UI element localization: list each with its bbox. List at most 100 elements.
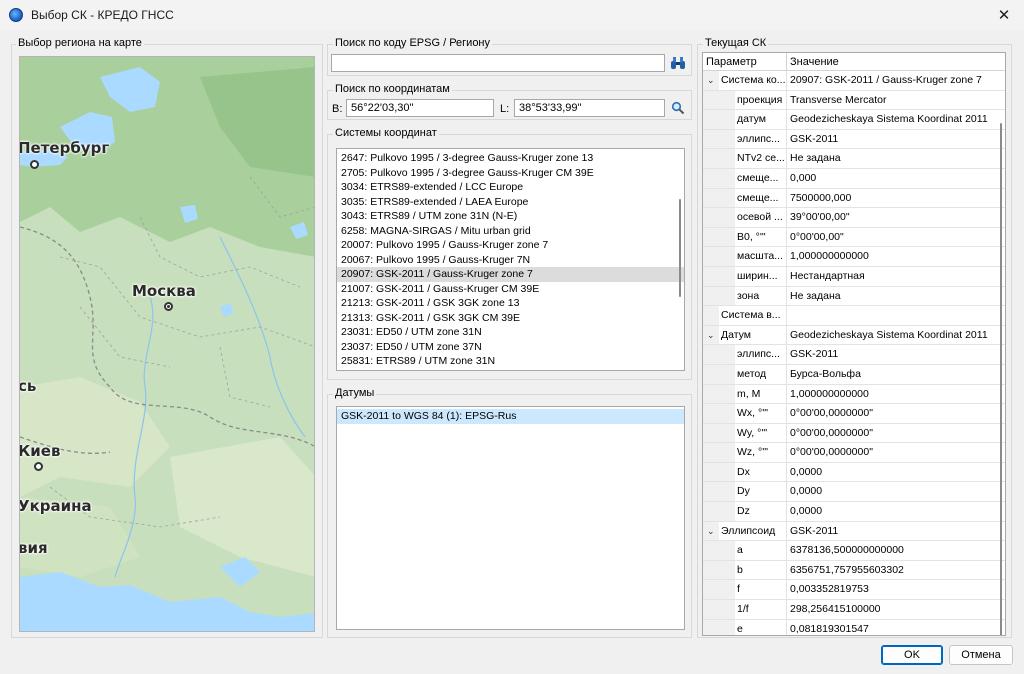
b-label: B: [332, 103, 343, 115]
property-grid[interactable]: Параметр Значение ⌄ Система ко... 20907: G… [702, 52, 1006, 636]
property-value[interactable]: 0,000 [787, 169, 1005, 189]
property-value[interactable] [787, 306, 1005, 326]
datums-list[interactable]: GSK-2011 to WGS 84 (1): EPSG-Rus [336, 406, 685, 630]
property-row[interactable]: Dx 0,0000 [703, 462, 1005, 483]
property-row[interactable]: метод Бурса-Вольфа [703, 364, 1005, 385]
property-row[interactable]: NTv2 се... Не задана [703, 149, 1005, 169]
ok-button[interactable]: OK [881, 645, 943, 665]
property-row[interactable]: B0, °'" 0°00'00,00" [703, 227, 1005, 248]
property-row[interactable]: f 0,003352819753 [703, 580, 1005, 601]
search-icon[interactable] [669, 99, 687, 117]
property-value[interactable]: 39°00'00,00" [787, 208, 1005, 228]
list-item-selected[interactable]: GSK-2011 to WGS 84 (1): EPSG-Rus [337, 409, 684, 424]
property-value[interactable]: Не задана [787, 149, 1005, 169]
property-value[interactable]: 6378136,500000000000 [787, 541, 1005, 561]
property-row[interactable]: ⌄ Датум Geodezicheskaya Sistema Koordinat … [703, 325, 1005, 346]
property-value[interactable]: GSK-2011 [787, 345, 1005, 365]
property-value[interactable]: 298,256415100000 [787, 600, 1005, 620]
list-item[interactable]: 2647: Pulkovo 1995 / 3-degree Gauss-Krug… [337, 151, 684, 166]
property-row[interactable]: ⌄ Эллипсоид GSK-2011 [703, 521, 1005, 542]
binoculars-icon[interactable] [669, 54, 687, 72]
list-item[interactable]: 3034: ETRS89-extended / LCC Europe [337, 180, 684, 195]
list-item[interactable]: 21213: GSK-2011 / GSK 3GK zone 13 [337, 296, 684, 311]
property-name: эллипс... [703, 345, 787, 365]
cancel-button[interactable]: Отмена [949, 645, 1013, 665]
property-row[interactable]: a 6378136,500000000000 [703, 541, 1005, 561]
property-name-text: масшта... [737, 250, 784, 263]
column-header-value[interactable]: Значение [787, 53, 839, 70]
property-value[interactable]: Бурса-Вольфа [787, 365, 1005, 385]
list-item[interactable]: 2705: Pulkovo 1995 / 3-degree Gauss-Krug… [337, 166, 684, 181]
property-name-text: эллипс... [737, 348, 780, 361]
property-value[interactable]: 0,0000 [787, 463, 1005, 483]
property-row[interactable]: Система в... [703, 306, 1005, 326]
property-value[interactable]: 0,081819301547 [787, 620, 1005, 635]
property-row[interactable]: b 6356751,757955603302 [703, 560, 1005, 581]
property-row[interactable]: зона Не задана [703, 286, 1005, 307]
property-value[interactable]: 20907: GSK-2011 / Gauss-Kruger zone 7 [787, 71, 1005, 91]
city-label-peterburg: Петербург [19, 139, 110, 157]
region-map[interactable]: Петербург Москва сь Киев Украина вия [19, 56, 315, 632]
list-item[interactable]: 23037: ED50 / UTM zone 37N [337, 340, 684, 355]
list-item[interactable]: 21313: GSK-2011 / GSK 3GK CM 39E [337, 311, 684, 326]
property-value[interactable]: Нестандартная [787, 267, 1005, 287]
list-item[interactable]: 3043: ETRS89 / UTM zone 31N (N-E) [337, 209, 684, 224]
property-row[interactable]: e 0,081819301547 [703, 619, 1005, 635]
property-value[interactable]: 1,000000000000 [787, 247, 1005, 267]
property-name: Dz [703, 502, 787, 522]
property-value[interactable]: 0,003352819753 [787, 580, 1005, 601]
list-item[interactable]: 6258: MAGNA-SIRGAS / Mitu urban grid [337, 224, 684, 239]
property-row[interactable]: смеще... 0,000 [703, 168, 1005, 189]
property-row[interactable]: проекция Transverse Mercator [703, 90, 1005, 111]
list-item[interactable]: 25831: ETRS89 / UTM zone 31N [337, 354, 684, 369]
property-row[interactable]: ширин... Нестандартная [703, 266, 1005, 287]
list-item[interactable]: 3035: ETRS89-extended / LAEA Europe [337, 195, 684, 210]
property-value[interactable]: 0,0000 [787, 482, 1005, 503]
property-row[interactable]: Wy, °'" 0°00'00,0000000" [703, 423, 1005, 444]
property-name-text: Wy, °'" [737, 426, 768, 439]
property-row[interactable]: Dy 0,0000 [703, 482, 1005, 503]
list-item[interactable]: 21007: GSK-2011 / Gauss-Kruger CM 39E [337, 282, 684, 297]
property-value[interactable]: 0°00'00,0000000" [787, 443, 1005, 463]
property-name-text: Dy [737, 485, 750, 498]
list-item[interactable]: 20007: Pulkovo 1995 / Gauss-Kruger zone … [337, 238, 684, 253]
property-value[interactable]: 0°00'00,0000000" [787, 404, 1005, 424]
property-row[interactable]: 1/f 298,256415100000 [703, 600, 1005, 620]
property-row[interactable]: m, M 1,000000000000 [703, 384, 1005, 405]
property-grid-scrollbar[interactable] [1000, 123, 1002, 635]
property-name: Dy [703, 482, 787, 503]
property-row[interactable]: датум Geodezicheskaya Sistema Koordinat 2… [703, 110, 1005, 130]
latitude-input[interactable]: 56°22'03,30" [346, 99, 494, 117]
property-row[interactable]: эллипс... GSK-2011 [703, 345, 1005, 365]
property-value[interactable]: 0,0000 [787, 502, 1005, 522]
property-row[interactable]: смеще... 7500000,000 [703, 188, 1005, 209]
property-value[interactable]: Не задана [787, 287, 1005, 307]
property-row[interactable]: эллипс... GSK-2011 [703, 129, 1005, 150]
property-value[interactable]: 1,000000000000 [787, 385, 1005, 405]
property-value[interactable]: GSK-2011 [787, 130, 1005, 150]
property-row[interactable]: ⌄ Система ко... 20907: GSK-2011 / Gauss-Kr… [703, 71, 1005, 91]
coord-systems-scrollbar[interactable] [679, 199, 681, 297]
property-row[interactable]: осевой ... 39°00'00,00" [703, 208, 1005, 228]
longitude-input[interactable]: 38°53'33,99" [514, 99, 665, 117]
list-item-selected[interactable]: 20907: GSK-2011 / Gauss-Kruger zone 7 [337, 267, 684, 282]
column-header-param[interactable]: Параметр [703, 53, 787, 70]
property-value[interactable]: Transverse Mercator [787, 91, 1005, 111]
property-value[interactable]: 0°00'00,00" [787, 228, 1005, 248]
list-item[interactable]: 23031: ED50 / UTM zone 31N [337, 325, 684, 340]
property-value[interactable]: GSK-2011 [787, 522, 1005, 542]
property-value[interactable]: 0°00'00,0000000" [787, 424, 1005, 444]
property-row[interactable]: Dz 0,0000 [703, 502, 1005, 522]
close-button[interactable]: ✕ [984, 0, 1024, 30]
coord-systems-list[interactable]: 2647: Pulkovo 1995 / 3-degree Gauss-Krug… [336, 148, 685, 371]
property-value[interactable]: Geodezicheskaya Sistema Koordinat 2011 [787, 110, 1005, 130]
list-item[interactable]: 20067: Pulkovo 1995 / Gauss-Kruger 7N [337, 253, 684, 268]
property-row[interactable]: Wz, °'" 0°00'00,0000000" [703, 443, 1005, 463]
property-row[interactable]: масшта... 1,000000000000 [703, 247, 1005, 267]
epsg-search-input[interactable] [331, 54, 665, 72]
property-row[interactable]: Wx, °'" 0°00'00,0000000" [703, 404, 1005, 424]
property-value[interactable]: 6356751,757955603302 [787, 561, 1005, 581]
property-value[interactable]: 7500000,000 [787, 189, 1005, 209]
property-name: метод [703, 364, 787, 385]
property-value[interactable]: Geodezicheskaya Sistema Koordinat 2011 [787, 326, 1005, 346]
